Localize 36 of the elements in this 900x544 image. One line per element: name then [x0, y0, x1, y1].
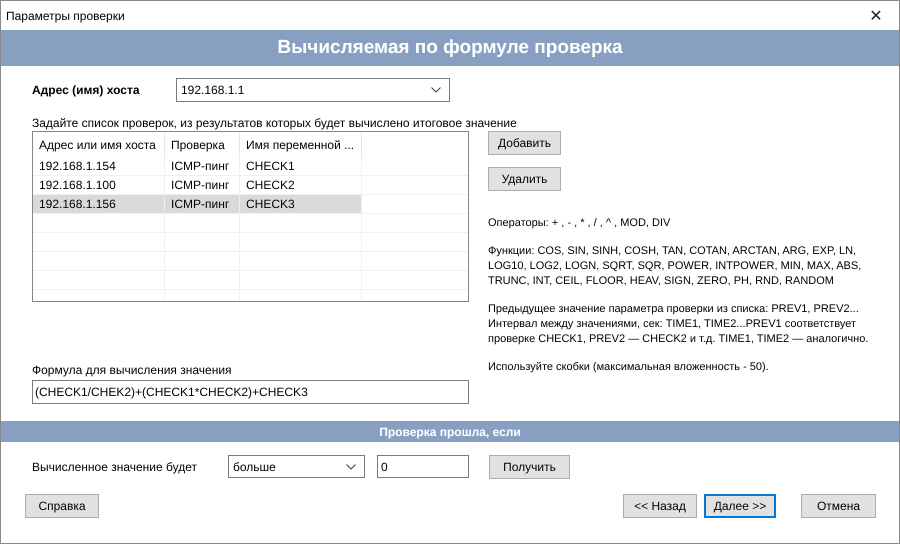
- formula-field[interactable]: (CHECK1/CHEK2)+(CHECK1*CHECK2)+CHECK3: [32, 380, 469, 404]
- table-row[interactable]: 192.168.1.154 ICMP-пинг CHECK1: [33, 157, 468, 176]
- list-instruction: Задайте список проверок, из результатов которых будет вычислено итоговое значение: [32, 116, 518, 131]
- column-header[interactable]: Имя переменной ...: [240, 132, 362, 157]
- help-text: Функции: COS, SIN, SINH, COSH, TAN, COTAN, ARCTAN, ARG, EXP, LN, LOG10, LOG2, LOGN, SQRT, SQR, POWER, INTPOWER, MIN, MAX, ABS, TRUNC, INT, CEIL, FLOOR, HEAV, SIGN, ZERO, PH, RND, RANDOM: [488, 244, 862, 289]
- chevron-down-icon: [346, 464, 356, 470]
- help-button[interactable]: Справка: [25, 494, 99, 518]
- value-field[interactable]: 0: [377, 455, 469, 478]
- operator-dropdown[interactable]: больше: [228, 455, 365, 478]
- table-cell: CHECK1: [240, 157, 362, 176]
- host-dropdown[interactable]: 192.168.1.1: [176, 78, 450, 102]
- help-text: Предыдущее значение параметра проверки из списка: PREV1, PREV2... Интервал между значениями, сек: TIME1, TIME2...PREV1 соответствует проверке CHECK1, PREV2 — CHECK2 и т.д. TIME1, TIME2 — аналогично.: [488, 302, 870, 347]
- back-button[interactable]: << Назад: [623, 494, 697, 518]
- help-text: Операторы: + , - , * , / , ^ , MOD, DIV: [488, 216, 672, 231]
- table-cell: 192.168.1.154: [33, 157, 165, 176]
- column-header[interactable]: Адрес или имя хоста: [33, 132, 165, 157]
- next-button[interactable]: Далее >>: [704, 494, 776, 518]
- table-cell: ICMP-пинг: [165, 195, 240, 214]
- add-button[interactable]: Добавить: [488, 131, 561, 155]
- table-cell: 192.168.1.156: [33, 195, 165, 214]
- table-row[interactable]: 192.168.1.156 ICMP-пинг CHECK3: [33, 195, 468, 214]
- table-cell: ICMP-пинг: [165, 157, 240, 176]
- column-header[interactable]: Проверка: [165, 132, 240, 157]
- help-text: Используйте скобки (максимальная вложенность - 50).: [488, 360, 770, 375]
- host-label: Адрес (имя) хоста: [32, 83, 141, 97]
- section-header: Проверка прошла, если: [1, 421, 899, 442]
- formula-label: Формула для вычисления значения: [32, 363, 233, 378]
- window-title: Параметры проверки: [6, 8, 125, 22]
- delete-button[interactable]: Удалить: [488, 167, 561, 191]
- table-cell: CHECK3: [240, 195, 362, 214]
- get-button[interactable]: Получить: [489, 454, 570, 478]
- header-banner: Вычисляемая по формуле проверка: [1, 30, 899, 66]
- chevron-down-icon: [431, 87, 441, 93]
- cancel-button[interactable]: Отмена: [801, 494, 876, 518]
- condition-label: Вычисленное значение будет: [32, 460, 198, 474]
- close-button[interactable]: ✕: [853, 1, 899, 30]
